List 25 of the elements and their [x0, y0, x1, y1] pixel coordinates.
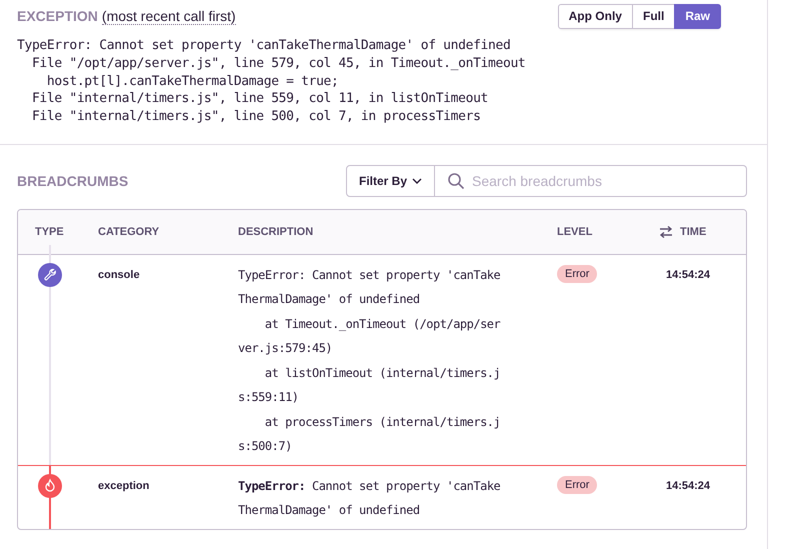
- filter-dropdown[interactable]: Filter By: [346, 164, 435, 197]
- section-title: EXCEPTION: [17, 8, 98, 24]
- time-cell-text: 14:54:24: [665, 478, 712, 492]
- section-subtitle: (most recent call first): [102, 8, 236, 24]
- time-cell-text: 14:54:24: [665, 268, 712, 281]
- level-tag: Error: [557, 476, 598, 494]
- description-cell-text: TypeError: Cannot set property 'canTake ThermalDamage' of undefined: [238, 478, 502, 520]
- view-toggle-button[interactable]: Raw: [674, 4, 721, 28]
- column-header: DESCRIPTION: [238, 226, 314, 238]
- column-header: TIME: [680, 226, 706, 238]
- level-tag: Error: [557, 264, 598, 283]
- wrench-icon: [38, 262, 62, 287]
- column-header: CATEGORY: [98, 226, 160, 238]
- stack-trace: TypeError: Cannot set property 'canTakeThermalDamage' of undefined File "/opt/app/server.js", line 579, col 45, in Timeout._onTimeout host.pt[l].canTakeThermalDamage = true; File "internal/timers.js", line 559, col 11, in listOnTimeout File "internal/timers.js", line 500, col 7, in processTimers: [16, 37, 526, 126]
- search-field[interactable]: Search breadcrumbs: [435, 164, 747, 197]
- section-title: BREADCRUMBS: [17, 172, 128, 189]
- view-toggle-button[interactable]: Full: [632, 4, 676, 28]
- column-header: TYPE: [34, 226, 65, 238]
- category-cell-text: exception: [98, 478, 150, 492]
- category-cell-text: console: [98, 268, 141, 281]
- swap-icon[interactable]: [659, 226, 673, 238]
- column-header: LEVEL: [557, 226, 594, 238]
- chevron-down-icon: [412, 176, 422, 185]
- view-toggle-button[interactable]: App Only: [558, 4, 633, 28]
- description-cell-text: TypeError: Cannot set property 'canTake ThermalDamage' of undefined at Timeout._onTimeout (/opt/app/ser ver.js:579:45) at listOnTimeout (internal/timers.j s:559:11) at processTimers (internal/timers.j s:500:7): [238, 266, 502, 456]
